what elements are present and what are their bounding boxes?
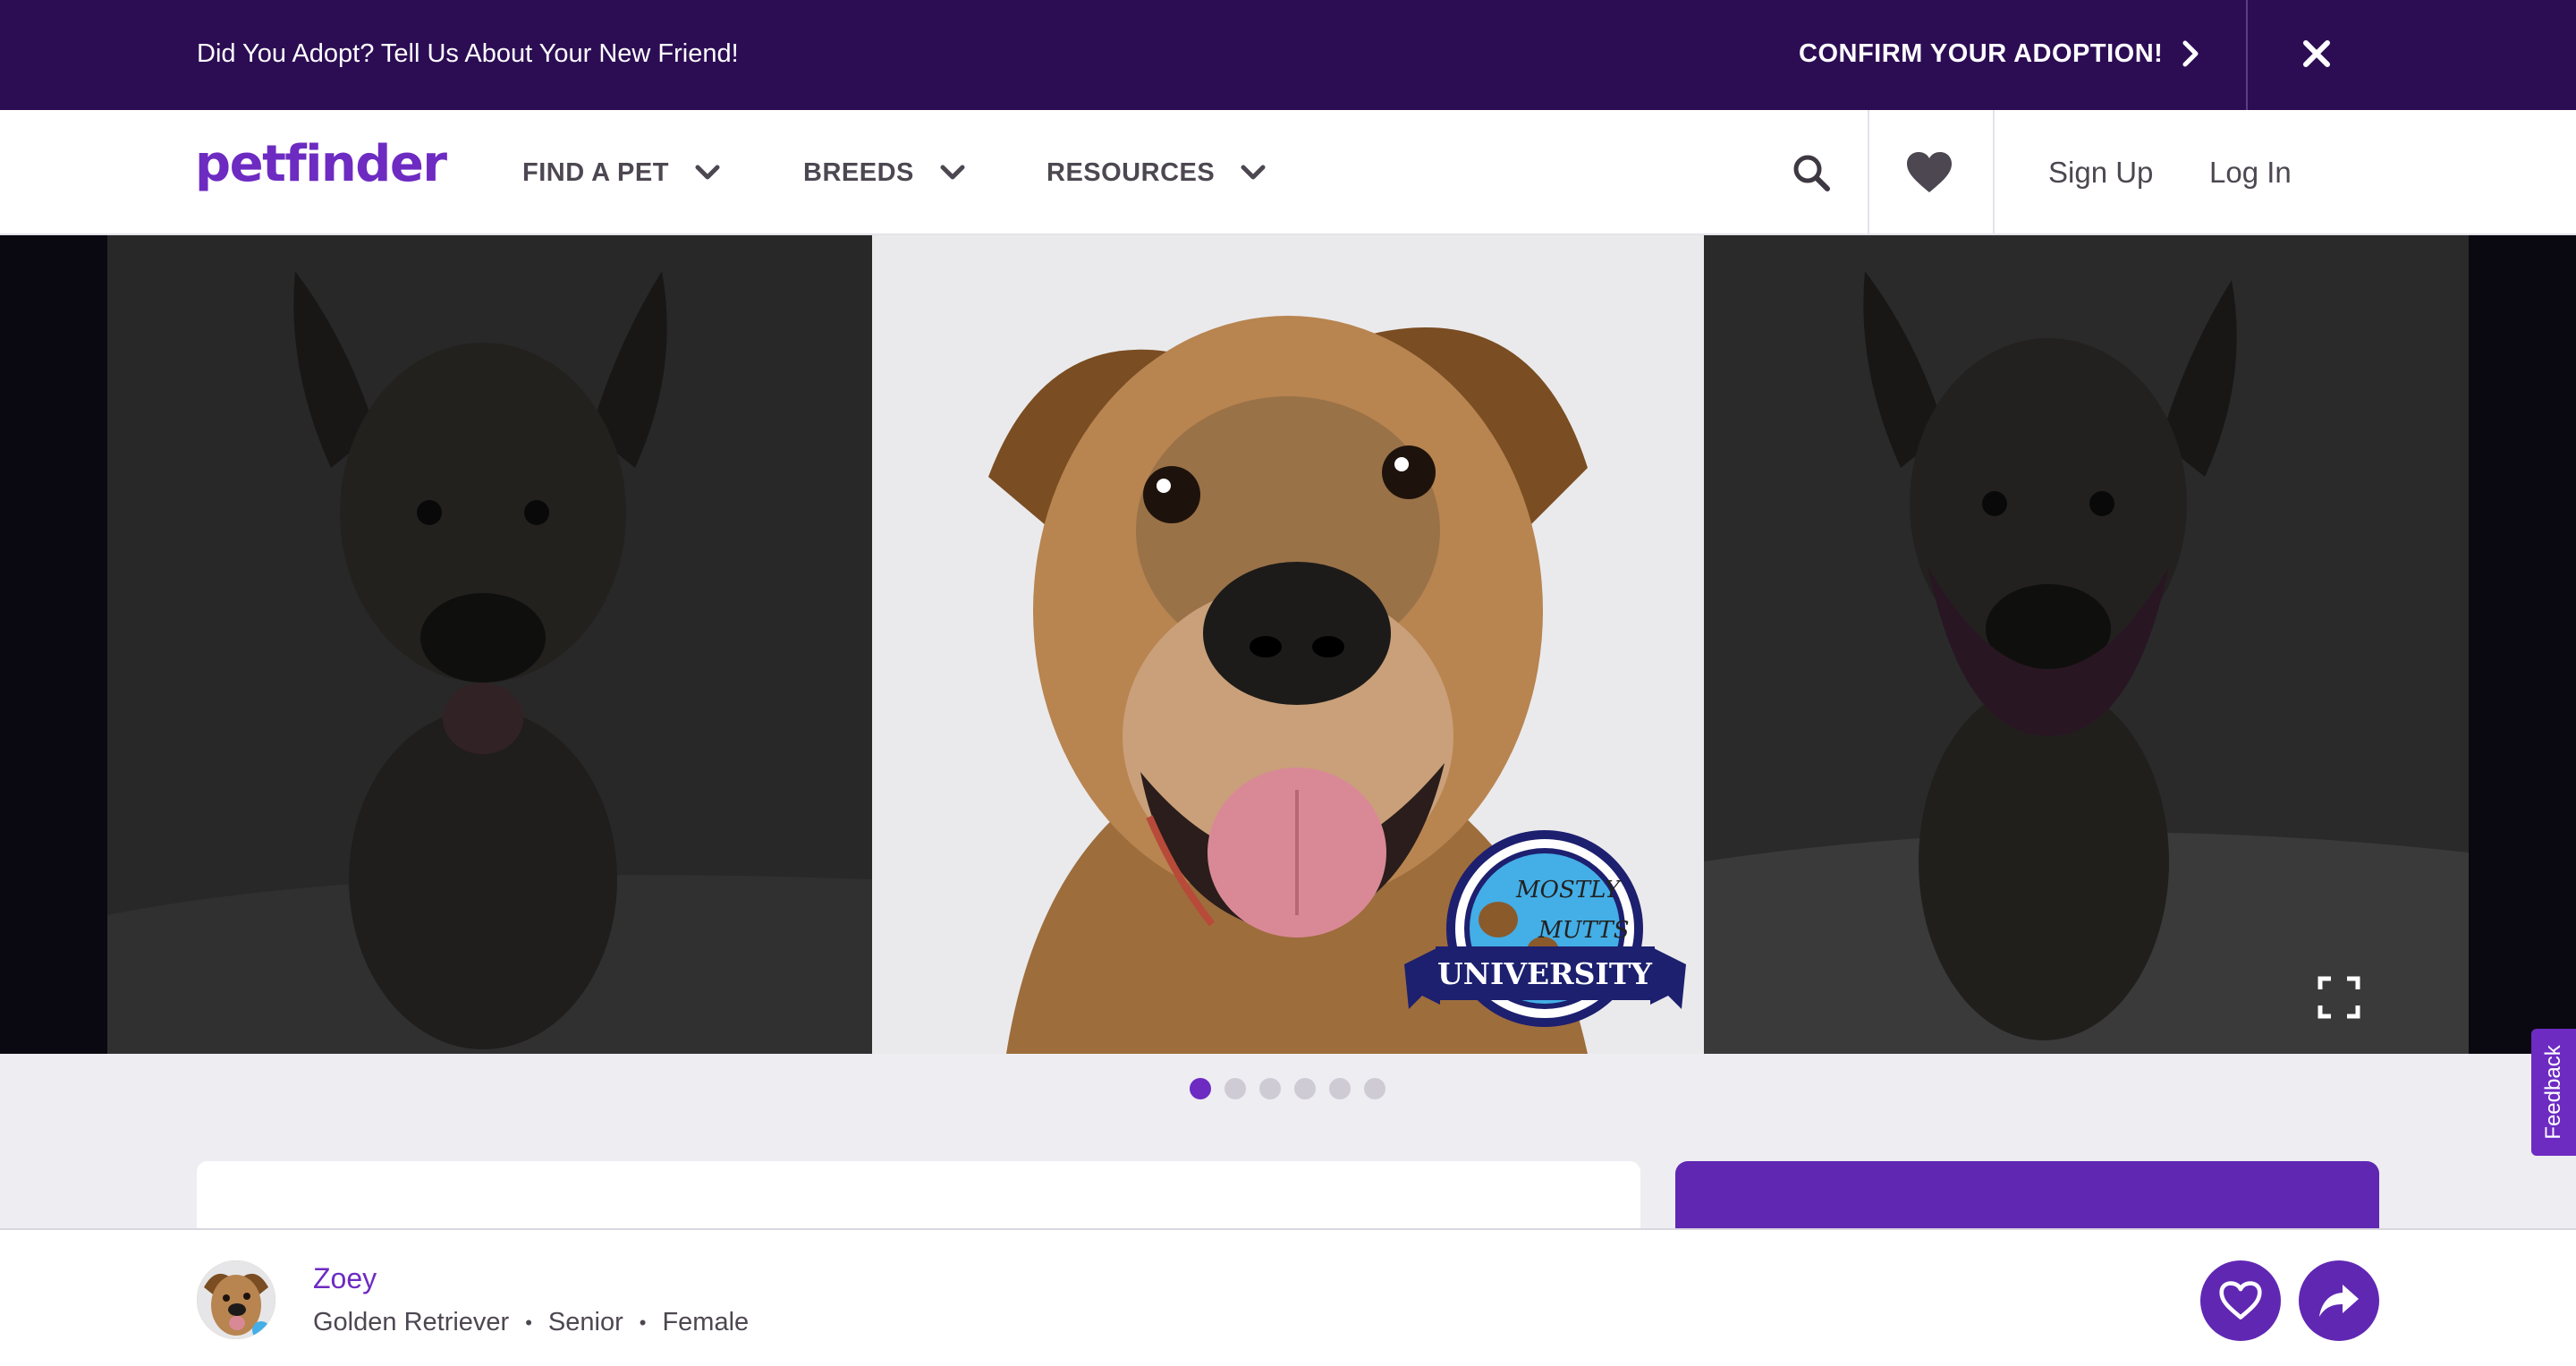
carousel-dot[interactable] (1329, 1078, 1351, 1099)
share-arrow-icon (2319, 1285, 2359, 1317)
nav-find-a-pet-label: FIND A PET (522, 157, 669, 187)
svg-text:MUTTS: MUTTS (1538, 917, 1630, 944)
carousel-photo-next[interactable] (1704, 235, 2469, 1054)
pet-summary-bar: Zoey Golden Retriever • Senior • Female (0, 1228, 2576, 1366)
svg-text:MOSTLY: MOSTLY (1515, 877, 1623, 904)
heart-icon (1907, 152, 1952, 192)
pet-attributes: Golden Retriever • Senior • Female (313, 1308, 749, 1337)
close-banner-button[interactable] (2281, 18, 2352, 89)
header-separator (1868, 110, 1869, 235)
petfinder-logo[interactable]: petfinder (195, 135, 447, 193)
chevron-down-icon (695, 165, 720, 180)
site-header: petfinder FIND A PET BREEDS RESOURCES Si… (0, 110, 2576, 235)
header-separator (1993, 110, 1995, 235)
pet-age: Senior (547, 1308, 623, 1336)
search-button[interactable] (1780, 141, 1843, 204)
meta-separator: • (525, 1311, 532, 1334)
nav-breeds-label: BREEDS (803, 157, 914, 187)
carousel-dot[interactable] (1294, 1078, 1316, 1099)
carousel-dot[interactable] (1224, 1078, 1246, 1099)
chevron-right-icon (2182, 40, 2199, 67)
carousel-pagination (1190, 1078, 1385, 1099)
heart-outline-icon (2219, 1281, 2262, 1319)
confirm-adoption-link[interactable]: CONFIRM YOUR ADOPTION! (1799, 0, 2200, 107)
confirm-adoption-label: CONFIRM YOUR ADOPTION! (1799, 39, 2164, 68)
adoption-promo-banner: Did You Adopt? Tell Us About Your New Fr… (0, 0, 2576, 110)
pet-gender: Female (662, 1308, 750, 1336)
svg-text:UNIVERSITY: UNIVERSITY (1437, 956, 1652, 991)
chevron-down-icon (1241, 165, 1266, 180)
photo-dim-overlay (1704, 235, 2469, 1054)
promo-text: Did You Adopt? Tell Us About Your New Fr… (197, 39, 739, 68)
meta-separator: • (639, 1311, 647, 1334)
nav-resources[interactable]: RESOURCES (1046, 110, 1267, 235)
mostly-mutts-university-badge: MOSTLY MUTTS UNIVERSITY (1404, 830, 1686, 1027)
close-icon (2303, 40, 2330, 67)
carousel-dot[interactable] (1364, 1078, 1385, 1099)
log-in-link[interactable]: Log In (2209, 110, 2292, 235)
share-pet-button[interactable] (2299, 1260, 2379, 1341)
carousel-photo-previous[interactable] (107, 235, 872, 1054)
nav-find-a-pet[interactable]: FIND A PET (522, 110, 721, 235)
pet-avatar (197, 1260, 275, 1339)
nav-breeds[interactable]: BREEDS (803, 110, 966, 235)
nav-resources-label: RESOURCES (1046, 157, 1216, 187)
photo-carousel[interactable]: MOSTLY MUTTS UNIVERSITY (0, 235, 2576, 1054)
favorite-pet-button[interactable] (2200, 1260, 2281, 1341)
fullscreen-icon[interactable] (2317, 975, 2361, 1020)
pet-breed: Golden Retriever (313, 1308, 510, 1336)
chevron-down-icon (940, 165, 965, 180)
pet-name[interactable]: Zoey (313, 1262, 377, 1295)
search-icon (1793, 155, 1830, 191)
carousel-dot[interactable] (1259, 1078, 1281, 1099)
feedback-tab[interactable]: Feedback (2531, 1029, 2576, 1156)
feedback-label: Feedback (2541, 1045, 2565, 1140)
sign-up-link[interactable]: Sign Up (2048, 110, 2153, 235)
promo-divider (2246, 0, 2248, 110)
photo-dim-overlay (107, 235, 872, 1054)
carousel-dot[interactable] (1190, 1078, 1211, 1099)
carousel-photo-current[interactable]: MOSTLY MUTTS UNIVERSITY (872, 235, 1704, 1054)
favorites-button[interactable] (1898, 141, 1961, 204)
